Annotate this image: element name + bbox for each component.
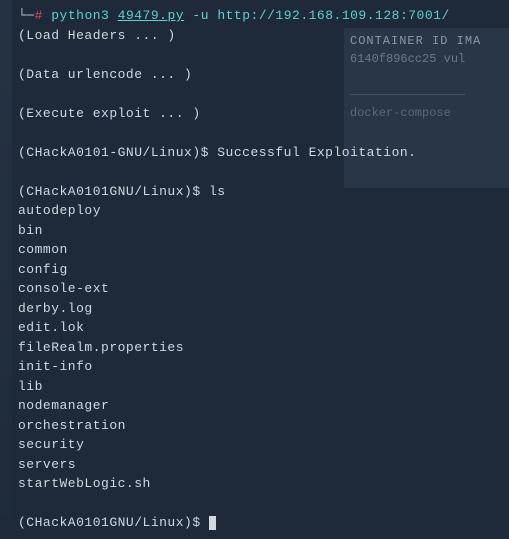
script-name: 49479.py	[118, 8, 184, 23]
blank-line-2	[18, 84, 509, 104]
ls-entry: startWebLogic.sh	[18, 474, 509, 494]
ls-entry: console-ext	[18, 279, 509, 299]
ls-entry: derby.log	[18, 299, 509, 319]
status-execute-exploit: (Execute exploit ... )	[18, 104, 509, 124]
ls-prompt: (CHackA0101GNU/Linux)$	[18, 184, 201, 199]
ls-entry: orchestration	[18, 416, 509, 436]
cursor-block-icon	[209, 516, 216, 530]
target-url: http://192.168.109.128:7001/	[217, 8, 449, 23]
final-prompt-line[interactable]: (CHackA0101GNU/Linux)$	[18, 513, 509, 533]
ls-cmd: ls	[209, 184, 226, 199]
tree-branch-icon: └─	[18, 8, 35, 23]
ls-entry: config	[18, 260, 509, 280]
ls-entry: edit.lok	[18, 318, 509, 338]
ls-entry: fileRealm.properties	[18, 338, 509, 358]
command-line-exploit: └─# python3 49479.py -u http://192.168.1…	[18, 6, 509, 26]
ls-entry: autodeploy	[18, 201, 509, 221]
ls-command-line: (CHackA0101GNU/Linux)$ ls	[18, 182, 509, 202]
blank-line-1	[18, 45, 509, 65]
status-data-urlencode: (Data urlencode ... )	[18, 65, 509, 85]
ls-entry: lib	[18, 377, 509, 397]
blank-line-4	[18, 162, 509, 182]
terminal-pane[interactable]: └─# python3 49479.py -u http://192.168.1…	[0, 0, 509, 539]
ls-entry: security	[18, 435, 509, 455]
root-hash-prompt: #	[35, 8, 43, 23]
blank-line-5	[18, 494, 509, 514]
flag-u: -u	[192, 8, 209, 23]
python-cmd: python3	[51, 8, 109, 23]
final-prompt: (CHackA0101GNU/Linux)$	[18, 515, 209, 530]
result-message: Successful Exploitation.	[217, 145, 416, 160]
ls-entry: init-info	[18, 357, 509, 377]
ls-entry: common	[18, 240, 509, 260]
status-load-headers: (Load Headers ... )	[18, 26, 509, 46]
ls-entry: nodemanager	[18, 396, 509, 416]
result-prompt: (CHackA0101-GNU/Linux)$	[18, 145, 209, 160]
blank-line-3	[18, 123, 509, 143]
result-line: (CHackA0101-GNU/Linux)$ Successful Explo…	[18, 143, 509, 163]
ls-entry: bin	[18, 221, 509, 241]
ls-entry: servers	[18, 455, 509, 475]
